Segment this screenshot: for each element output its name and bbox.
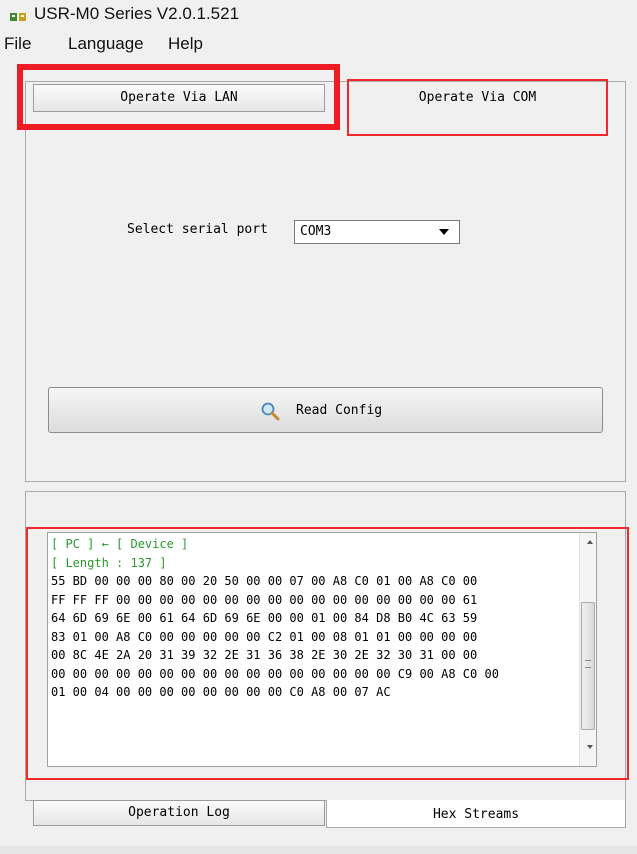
menu-language[interactable]: Language bbox=[68, 34, 144, 54]
window-bottom-edge bbox=[0, 846, 637, 854]
dropdown-arrow-icon[interactable] bbox=[439, 229, 449, 235]
annotation-box-com bbox=[347, 79, 608, 136]
annotation-box-lan bbox=[17, 64, 340, 130]
menu-bar: File Language Help bbox=[0, 34, 637, 58]
app-icon bbox=[10, 13, 26, 21]
read-config-label: Read Config bbox=[296, 403, 383, 418]
tab-hex-streams[interactable]: Hex Streams bbox=[326, 800, 626, 828]
menu-help[interactable]: Help bbox=[168, 34, 203, 54]
window-title: USR-M0 Series V2.0.1.521 bbox=[34, 4, 240, 23]
tab-operation-log[interactable]: Operation Log bbox=[33, 800, 325, 826]
search-icon bbox=[261, 402, 280, 421]
serial-port-label: Select serial port bbox=[127, 222, 268, 237]
annotation-box-log bbox=[26, 527, 629, 780]
serial-port-select[interactable]: COM3 bbox=[294, 220, 460, 244]
menu-file[interactable]: File bbox=[4, 34, 31, 54]
